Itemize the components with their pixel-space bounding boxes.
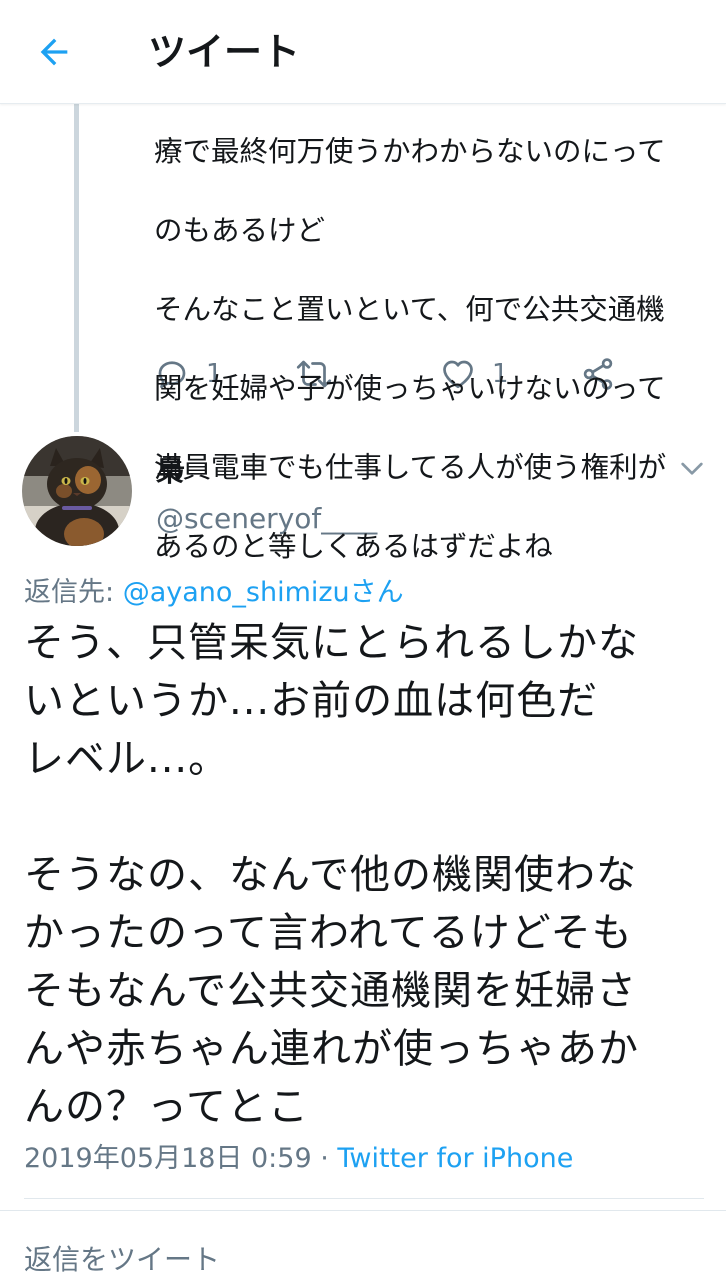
avatar[interactable]	[22, 436, 132, 546]
previous-tweet-line: あるのと等しくあるはずだよね	[154, 529, 553, 563]
previous-tweet-line: のもあるけど	[154, 213, 326, 247]
tweet-text: そう、只管呆気にとられるしかな いというか...お前の血は何色だ レベル...。…	[24, 620, 639, 1130]
meta-separator: ·	[311, 1143, 338, 1174]
top-bar: ツイート	[0, 0, 726, 104]
back-button[interactable]	[28, 26, 80, 78]
divider	[0, 1210, 726, 1211]
previous-tweet-line: 満員電車でも仕事してる人が使う権利が	[154, 450, 667, 484]
previous-tweet-line: 療で最終何万使うかわからないのにって	[154, 134, 666, 168]
tweet-source-link[interactable]: Twitter for iPhone	[337, 1143, 573, 1174]
arrow-left-icon	[40, 38, 68, 66]
reply-to-prefix: 返信先:	[24, 577, 123, 608]
page-title: ツイート	[148, 30, 301, 74]
tweet-meta: 2019年05月18日 0:59 · Twitter for iPhone	[24, 1136, 573, 1175]
thread-connector-line	[74, 104, 79, 432]
cat-avatar-image	[22, 436, 132, 546]
divider	[24, 1198, 704, 1199]
previous-tweet-line: 関を妊婦や子が使っちゃいけないのって	[154, 371, 666, 405]
tweet-timestamp: 2019年05月18日 0:59	[24, 1143, 312, 1174]
reply-tweet-input[interactable]: 返信をツイート	[24, 1238, 220, 1278]
previous-tweet-text: 療で最終何万使うかわからないのにって のもあるけど そんなこと置いといて、何で公…	[154, 92, 714, 606]
previous-tweet-line: そんなこと置いといて、何で公共交通機	[154, 292, 665, 326]
